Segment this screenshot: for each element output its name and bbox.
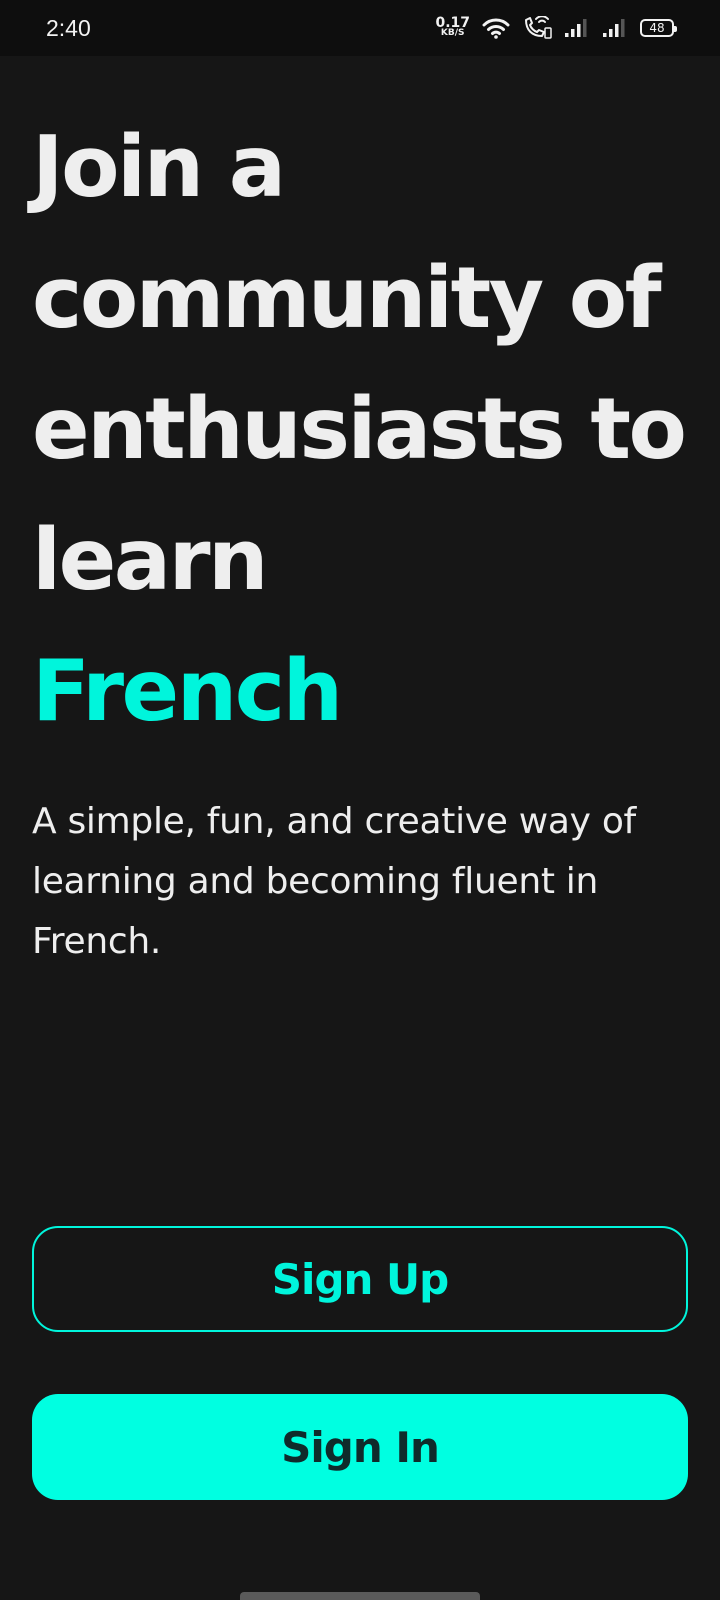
headline-line-3: enthusiasts to xyxy=(32,380,687,479)
network-speed-unit: KB/S xyxy=(440,28,465,38)
hero-headline: Join a community of enthusiasts to learn… xyxy=(32,102,688,757)
home-indicator[interactable] xyxy=(240,1592,480,1600)
headline-line-2: community of xyxy=(32,249,662,348)
sign-up-button[interactable]: Sign Up xyxy=(32,1226,688,1332)
network-speed-value: 0.17 xyxy=(435,15,470,31)
headline-line-4: learn xyxy=(32,511,269,610)
battery-icon: 48 xyxy=(640,19,677,37)
network-speed: 0.17 KB/S xyxy=(435,15,470,38)
sign-in-button[interactable]: Sign In xyxy=(32,1394,688,1500)
status-bar: 2:40 0.17 KB/S 48 xyxy=(0,0,720,56)
hero-subtitle: A simple, fun, and creative way of learn… xyxy=(32,801,636,962)
headline-accent-french: French xyxy=(32,642,343,741)
signal-sim1-icon xyxy=(564,18,590,38)
status-time: 2:40 xyxy=(46,14,91,41)
signal-sim2-icon xyxy=(602,18,628,38)
battery-level: 48 xyxy=(649,21,665,35)
vowifi-call-icon xyxy=(522,16,552,40)
status-icons: 0.17 KB/S 48 xyxy=(435,15,677,40)
wifi-icon xyxy=(482,17,510,39)
headline-line-1: Join a xyxy=(32,118,286,217)
